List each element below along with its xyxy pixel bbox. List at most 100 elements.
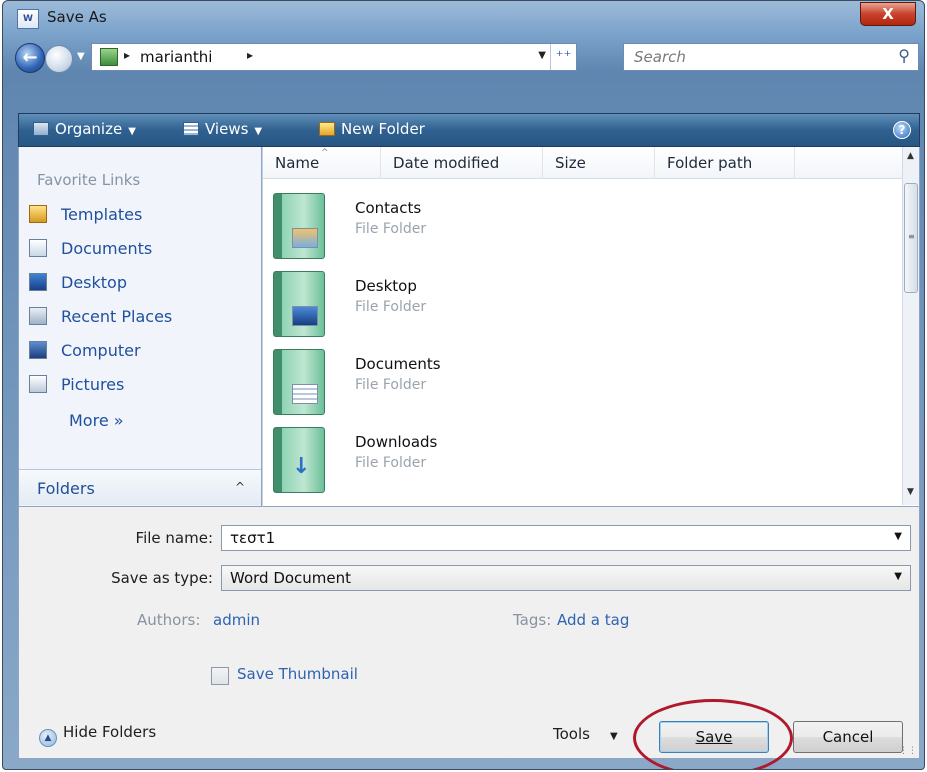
vertical-scrollbar[interactable]: ▲ ≡ ▼ [902,147,919,505]
contacts-badge-icon [292,228,318,248]
breadcrumb-item-marianthi[interactable]: marianthi [140,48,212,66]
more-links-button[interactable]: More » [69,411,124,430]
file-type: File Folder [355,299,427,315]
documents-badge-icon [292,384,318,404]
column-header-size[interactable]: Size [543,147,655,179]
folder-icon [273,193,325,259]
save-highlight-circle [633,699,793,769]
chevron-up-icon[interactable]: ^ [235,480,245,494]
sidebar-item-recent-places[interactable]: Recent Places [29,307,172,331]
scrollbar-thumb[interactable]: ≡ [904,183,918,293]
download-arrow-icon: ↓ [292,454,311,479]
chevron-down-icon: ▼ [254,126,263,137]
save-as-type-label: Save as type: [111,569,213,587]
file-name: Documents [355,355,441,373]
scroll-up-icon[interactable]: ▲ [907,151,914,161]
save-as-type-value: Word Document [230,569,352,587]
sidebar-item-label: Pictures [61,375,125,394]
grip-icon: ≡ [908,232,915,241]
chevron-down-icon[interactable]: ▼ [894,531,902,542]
sidebar-item-desktop[interactable]: Desktop [29,273,127,297]
column-header-label: Size [555,154,586,172]
back-button[interactable]: ← [15,43,45,73]
sidebar-item-label: Computer [61,341,141,360]
sidebar-item-computer[interactable]: Computer [29,341,141,365]
sidebar-item-pictures[interactable]: Pictures [29,375,124,399]
authors-label: Authors: [137,611,201,629]
search-input[interactable]: Search ⚲ [623,43,919,71]
tags-label: Tags: [513,611,552,629]
list-item[interactable]: Desktop File Folder [273,269,573,345]
sidebar-item-label: Templates [61,205,143,224]
views-icon [183,122,199,136]
save-as-type-select[interactable]: Word Document ▼ [221,565,911,591]
column-header-label: Date modified [393,154,500,172]
new-folder-button[interactable]: New Folder [319,120,425,138]
folders-label: Folders [37,479,95,498]
scroll-down-icon[interactable]: ▼ [907,487,914,497]
sidebar-item-documents[interactable]: Documents [29,239,152,263]
search-icon[interactable]: ⚲ [898,46,910,65]
pictures-icon [29,375,47,393]
sidebar-item-templates[interactable]: Templates [29,205,142,229]
templates-folder-icon [29,205,47,223]
save-form: File name: τεστ1 ▼ Save as type: Word Do… [18,507,920,769]
navigation-pane: Favorite Links Templates Documents Deskt… [18,147,262,507]
file-type: File Folder [355,377,427,393]
column-header-name[interactable]: ^ Name [263,147,381,179]
column-header-date-modified[interactable]: Date modified [381,147,543,179]
forward-button[interactable] [45,45,73,73]
list-item[interactable]: Documents File Folder [273,347,573,423]
file-name: Desktop [355,277,417,295]
list-item[interactable]: Contacts File Folder [273,191,573,267]
favorite-links-heading: Favorite Links [37,171,141,189]
authors-value[interactable]: admin [213,611,260,629]
chevron-down-icon: ▼ [128,126,136,137]
hide-folders-button[interactable]: ▲ Hide Folders [39,723,156,747]
chevron-up-icon: ▲ [39,729,57,747]
computer-icon [29,341,47,359]
address-bar[interactable]: ▸ marianthi ▸ ▼ ⁺⁺ [91,43,577,71]
refresh-button[interactable]: ⁺⁺ [550,44,576,70]
address-dropdown-icon[interactable]: ▼ [538,50,546,61]
new-folder-icon [319,122,335,136]
close-button[interactable]: X [860,2,916,26]
command-toolbar: Organize ▼ Views ▼ New Folder ? [18,113,920,147]
save-thumbnail-checkbox[interactable] [211,667,229,685]
views-label: Views [205,120,249,138]
column-header-folder-path[interactable]: Folder path [655,147,795,179]
organize-button[interactable]: Organize ▼ [33,120,136,138]
tags-value[interactable]: Add a tag [557,611,629,629]
file-name: Contacts [355,199,422,217]
file-type: File Folder [355,221,427,237]
tools-label: Tools [553,725,590,743]
sort-ascending-icon: ^ [321,148,329,158]
desktop-icon [29,273,47,291]
sidebar-item-label: Desktop [61,273,127,292]
folders-bar[interactable]: Folders ^ [19,469,261,505]
organize-icon [33,122,49,136]
resize-grip-icon[interactable]: ⋮⋮ [899,746,917,756]
breadcrumb-separator-icon[interactable]: ▸ [124,48,130,62]
sidebar-item-label: Documents [61,239,153,258]
sidebar-item-label: Recent Places [61,307,173,326]
organize-label: Organize [55,120,123,138]
recent-places-icon [29,307,47,325]
save-thumbnail-label[interactable]: Save Thumbnail [237,665,358,683]
chevron-down-icon[interactable]: ▼ [894,571,902,582]
column-header-row: ^ Name Date modified Size Folder path [263,147,903,179]
views-button[interactable]: Views ▼ [183,120,262,138]
file-name-label: File name: [135,529,213,547]
history-dropdown-icon[interactable]: ▼ [77,51,85,62]
help-icon[interactable]: ? [893,121,911,139]
new-folder-label: New Folder [341,120,425,138]
cancel-button[interactable]: Cancel [793,721,903,753]
file-name-field[interactable]: τεστ1 ▼ [221,525,911,551]
file-type: File Folder [355,455,427,471]
list-item[interactable]: ↓ Downloads File Folder [273,425,573,501]
folder-icon: ↓ [273,427,325,493]
tools-menu-button[interactable]: Tools ▼ [553,725,618,743]
title-bar: W Save As X [3,1,924,35]
column-header-label: Name [275,154,320,172]
breadcrumb-separator-icon[interactable]: ▸ [247,48,253,62]
